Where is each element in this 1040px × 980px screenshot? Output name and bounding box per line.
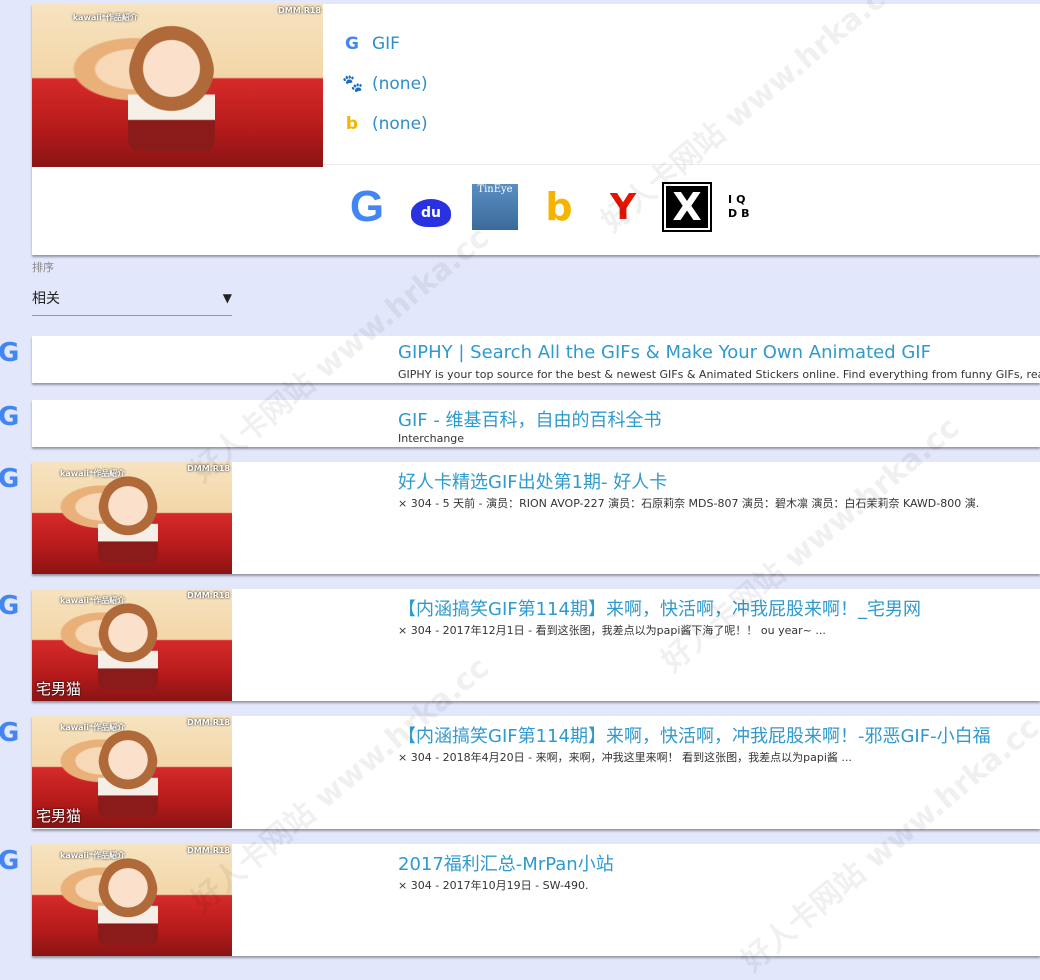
bing-search-button[interactable]: b xyxy=(536,184,582,230)
result-description: × 304 - 2018年4月20日 - 来啊，来啊，冲我这里来啊！ 看到这张图… xyxy=(398,751,852,764)
thumb-badge: DMM.R18 xyxy=(187,846,230,855)
thumb-overlay-text: 宅男猫 xyxy=(36,807,82,825)
result-card: G kawaii*作品紹介 DMM.R18 宅男猫 【内涵搞笑GIF第114期】来啊… xyxy=(0,716,1040,829)
result-title-link[interactable]: 好人卡精选GIF出处第1期- 好人卡 xyxy=(398,468,667,494)
google-icon: G xyxy=(0,464,20,494)
baidu-guess-link[interactable]: (none) xyxy=(372,74,428,94)
bing-icon: b xyxy=(345,114,359,134)
thumb-badge: DMM.R18 xyxy=(187,464,230,473)
result-title-link[interactable]: 【内涵搞笑GIF第114期】来啊，快活啊，冲我屁股来啊！-邪恶GIF-小白福 xyxy=(398,722,991,748)
dropdown-arrow-icon: ▼ xyxy=(222,290,232,305)
baidu-search-button[interactable]: du xyxy=(408,184,454,230)
result-title-link[interactable]: GIF - 维基百科，自由的百科全书 xyxy=(398,406,662,432)
result-title-link[interactable]: 【内涵搞笑GIF第114期】来啊，快活啊，冲我屁股来啊！_宅男网 xyxy=(398,595,921,621)
google-icon: G xyxy=(345,34,359,54)
google-search-button[interactable]: G xyxy=(344,182,390,231)
thumb-caption: kawaii*作品紹介 xyxy=(60,850,126,860)
thumb-badge: DMM.R18 xyxy=(187,591,230,600)
thumb-badge: DMM.R18 xyxy=(187,718,230,727)
result-description: × 304 - 5 天前 - 演员：RION AVOP-227 演员：石原莉奈 … xyxy=(398,497,980,510)
result-thumbnail[interactable]: kawaii*作品紹介 DMM.R18 xyxy=(32,844,232,956)
google-icon: G xyxy=(0,402,20,432)
source-image-card: kawaii*作品紹介 DMM.R18 G GIF 🐾 (none) b (none) … xyxy=(32,4,1040,255)
result-description: GIPHY is your top source for the best & … xyxy=(398,368,1040,381)
result-thumbnail[interactable]: kawaii*作品紹介 DMM.R18 宅男猫 xyxy=(32,716,232,828)
thumb-badge: DMM.R18 xyxy=(278,6,321,15)
result-description: × 304 - 2017年12月1日 - 看到这张图，我差点以为papi酱下海了… xyxy=(398,624,826,637)
google-icon: G xyxy=(0,338,20,368)
yandex-search-button[interactable]: Y xyxy=(600,184,646,230)
bing-guess-link[interactable]: (none) xyxy=(372,114,428,134)
result-thumbnail[interactable]: kawaii*作品紹介 DMM.R18 xyxy=(32,462,232,574)
ascii2d-search-button[interactable]: X xyxy=(662,182,712,232)
engine-google: G GIF xyxy=(342,24,428,64)
result-card: G kawaii*作品紹介 DMM.R18 宅男猫 【内涵搞笑GIF第114期】来啊… xyxy=(0,589,1040,701)
result-description: × 304 - 2017年10月19日 - SW-490. xyxy=(398,879,589,892)
sort-value: 相关 xyxy=(32,290,60,307)
engine-baidu: 🐾 (none) xyxy=(342,64,428,104)
google-icon: G xyxy=(0,591,20,621)
result-card: G GIF - 维基百科，自由的百科全书 Interchange xyxy=(0,400,1040,447)
sort-label: 排序 xyxy=(32,261,54,274)
iqdb-search-button[interactable]: IQDB xyxy=(728,184,758,230)
result-title-link[interactable]: 2017福利汇总-MrPan小站 xyxy=(398,850,614,876)
result-title-link[interactable]: GIPHY | Search All the GIFs & Make Your … xyxy=(398,342,931,363)
sort-select[interactable]: 相关 ▼ xyxy=(32,280,232,316)
tineye-search-button[interactable]: TinEye xyxy=(472,184,518,230)
thumb-overlay-text: 宅男猫 xyxy=(36,680,82,698)
engine-bing: b (none) xyxy=(342,104,428,144)
thumb-caption: kawaii*作品紹介 xyxy=(72,13,138,23)
result-description: Interchange xyxy=(398,432,465,445)
thumb-caption: kawaii*作品紹介 xyxy=(60,722,126,732)
engine-best-guesses: G GIF 🐾 (none) b (none) xyxy=(342,24,428,144)
result-card: G kawaii*作品紹介 DMM.R18 2017福利汇总-MrPan小站 × … xyxy=(0,844,1040,956)
google-icon: G xyxy=(0,718,20,748)
thumb-caption: kawaii*作品紹介 xyxy=(60,595,126,605)
google-guess-link[interactable]: GIF xyxy=(372,34,400,54)
baidu-icon: 🐾 xyxy=(342,74,364,94)
thumb-caption: kawaii*作品紹介 xyxy=(60,468,126,478)
search-engine-buttons: G du TinEye b Y X IQDB xyxy=(344,182,758,232)
result-card: G GIPHY | Search All the GIFs & Make You… xyxy=(0,336,1040,383)
divider xyxy=(323,164,1040,165)
result-card: G kawaii*作品紹介 DMM.R18 好人卡精选GIF出处第1期- 好人卡 … xyxy=(0,462,1040,574)
source-image[interactable]: kawaii*作品紹介 DMM.R18 xyxy=(32,4,323,167)
result-thumbnail[interactable]: kawaii*作品紹介 DMM.R18 宅男猫 xyxy=(32,589,232,701)
google-icon: G xyxy=(0,846,20,876)
